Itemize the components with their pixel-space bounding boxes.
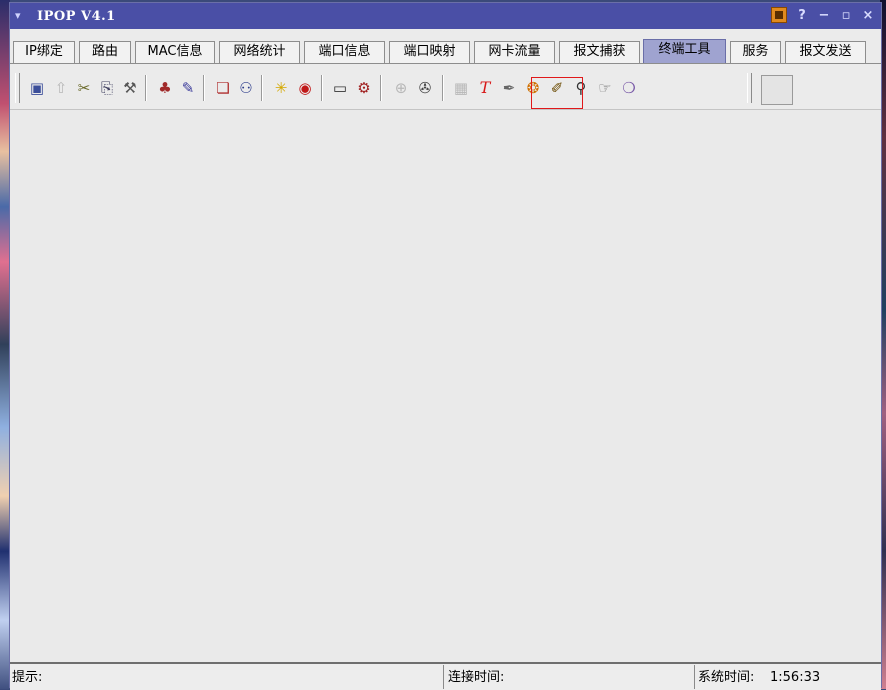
window-title: IPOP V4.1 <box>37 8 116 24</box>
selection-highlight <box>531 77 583 109</box>
window-controls: ? − ▫ × <box>771 7 875 23</box>
status-system-time-value: 1:56:33 <box>770 670 821 685</box>
pen-icon[interactable]: ✒ <box>499 78 519 98</box>
app-icon: ▾ <box>15 9 21 22</box>
toolbar: ▣ ⇧ ✂ ⎘ ⚒ ♣ ✎ ❏ ⚇ ✳ ◉ ▭ ⚙ ⊕ ✇ ▦ T ✒ ❂ ✐ … <box>10 69 881 107</box>
wrench-icon[interactable]: ⚙ <box>354 78 374 98</box>
tab-underline <box>10 63 881 64</box>
toolbar-separator <box>145 75 147 101</box>
toolbar-separator <box>321 75 323 101</box>
sun-icon[interactable]: ✳ <box>271 78 291 98</box>
toolbar-extra-box[interactable] <box>761 75 793 105</box>
edit-icon[interactable]: ✎ <box>178 78 198 98</box>
restore-button[interactable]: ▫ <box>839 8 853 23</box>
status-system-time-label: 系统时间: <box>698 670 755 685</box>
minimize-button[interactable]: − <box>817 8 831 23</box>
tab-network-stats[interactable]: 网络统计 <box>219 41 300 63</box>
search-user-icon[interactable]: ⚇ <box>236 78 256 98</box>
bubble-icon[interactable]: ❍ <box>619 78 639 98</box>
computer-icon[interactable]: ▣ <box>27 78 47 98</box>
upload-icon[interactable]: ⇧ <box>51 78 71 98</box>
tab-route[interactable]: 路由 <box>79 41 131 63</box>
tab-terminal-tools[interactable]: 终端工具 <box>643 39 726 64</box>
status-hint-label: 提示: <box>12 670 43 685</box>
status-divider <box>694 665 695 689</box>
toolbar-separator <box>380 75 382 101</box>
status-bar: 提示: 连接时间: 系统时间: 1:56:33 <box>10 662 881 690</box>
zoom-icon[interactable]: ⊕ <box>391 78 411 98</box>
table-icon[interactable]: ▦ <box>451 78 471 98</box>
toolbar-separator <box>261 75 263 101</box>
status-connect-time-label: 连接时间: <box>448 670 505 685</box>
tab-nic-traffic[interactable]: 网卡流量 <box>474 41 555 63</box>
skin-icon[interactable] <box>771 7 787 23</box>
title-bar[interactable]: ▾ IPOP V4.1 ? − ▫ × <box>10 3 881 29</box>
find-icon[interactable]: ❏ <box>213 78 233 98</box>
copy-icon[interactable]: ⎘ <box>97 78 117 98</box>
tab-services[interactable]: 服务 <box>730 41 781 63</box>
tab-mac-info[interactable]: MAC信息 <box>135 41 215 63</box>
toolbar-separator <box>442 75 444 101</box>
main-content-area <box>10 109 881 662</box>
tab-ip-binding[interactable]: IP绑定 <box>13 41 75 63</box>
text-tool-icon[interactable]: T <box>475 78 495 98</box>
toolbar-separator <box>203 75 205 101</box>
users-icon[interactable]: ♣ <box>155 78 175 98</box>
toolbar-grip-end[interactable] <box>747 73 752 103</box>
status-divider <box>443 665 444 689</box>
settings-icon[interactable]: ✇ <box>415 78 435 98</box>
cut-icon[interactable]: ✂ <box>74 78 94 98</box>
terminal-icon[interactable]: ▭ <box>330 78 350 98</box>
app-window: ▾ IPOP V4.1 ? − ▫ × IP绑定 路由 MAC信息 网络统计 端… <box>9 2 882 690</box>
hand-icon[interactable]: ☞ <box>595 78 615 98</box>
tab-packet-send[interactable]: 报文发送 <box>785 41 866 63</box>
tab-packet-capture[interactable]: 报文捕获 <box>559 41 640 63</box>
tab-port-mapping[interactable]: 端口映射 <box>389 41 470 63</box>
tab-bar: IP绑定 路由 MAC信息 网络统计 端口信息 端口映射 网卡流量 报文捕获 终… <box>10 39 881 64</box>
toolbar-grip[interactable] <box>15 73 20 103</box>
tab-port-info[interactable]: 端口信息 <box>304 41 385 63</box>
hammer-icon[interactable]: ⚒ <box>120 78 140 98</box>
close-button[interactable]: × <box>861 8 875 23</box>
help-button[interactable]: ? <box>795 8 809 23</box>
record-icon[interactable]: ◉ <box>295 78 315 98</box>
